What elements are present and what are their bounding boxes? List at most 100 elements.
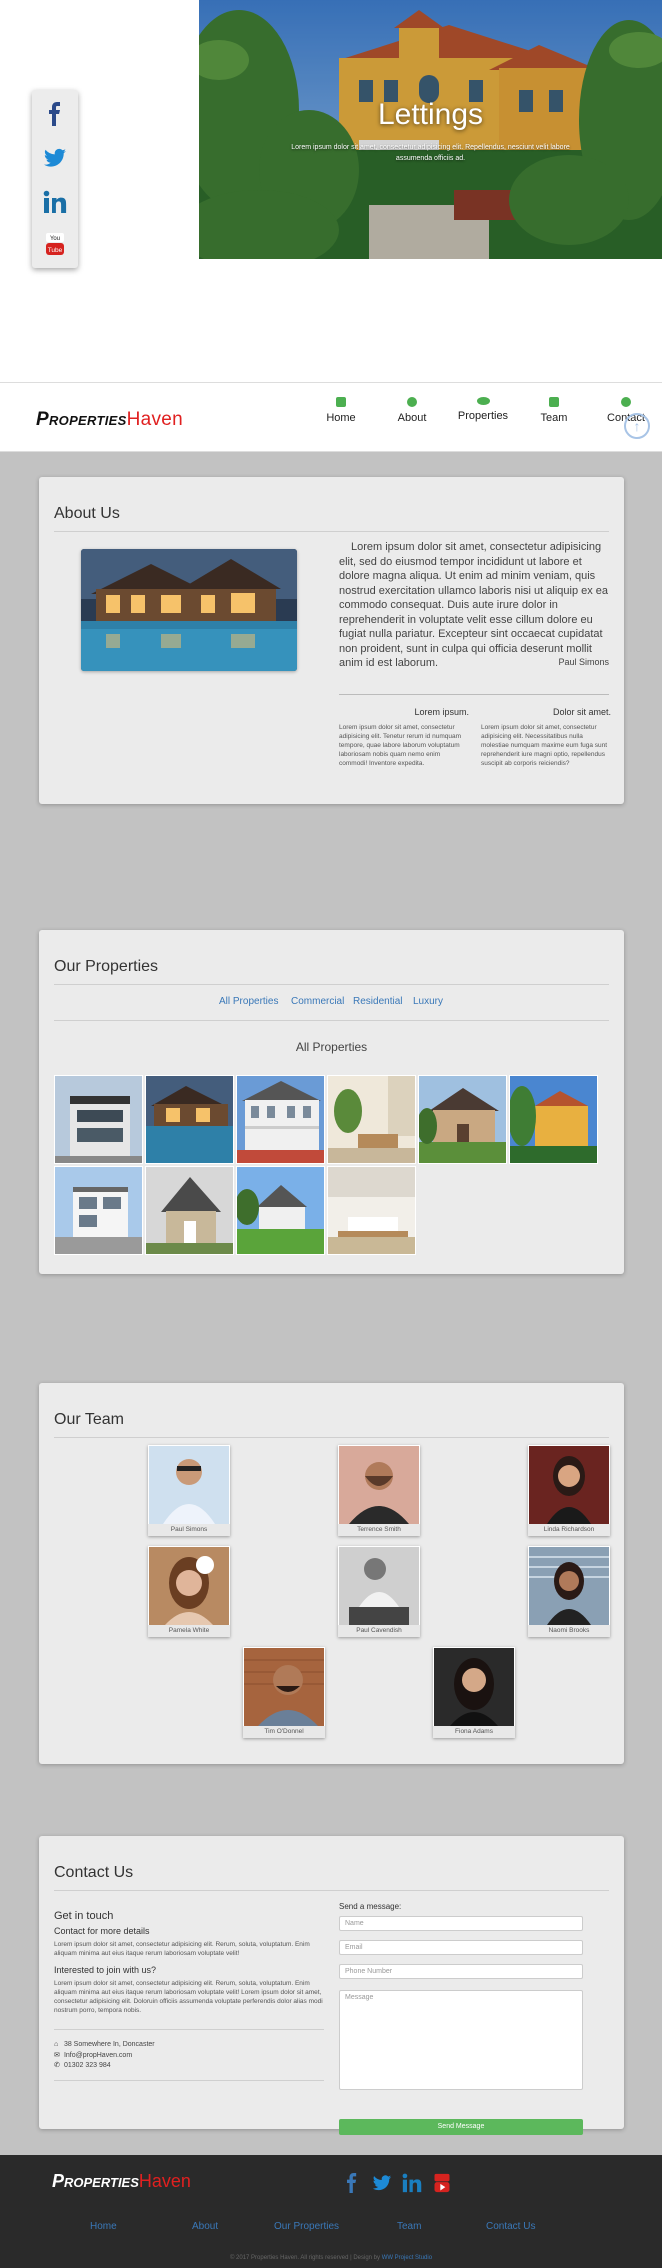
about-author: Paul Simons xyxy=(558,657,609,667)
home-icon xyxy=(336,397,346,407)
name-field[interactable]: Name xyxy=(339,1916,583,1931)
properties-panel: Our Properties All Properties Commercial… xyxy=(39,930,624,1274)
navbar: PropertiesHaven Home About Properties Te… xyxy=(0,382,662,452)
user-icon xyxy=(549,397,559,407)
divider xyxy=(339,694,609,695)
properties-heading: All Properties xyxy=(295,1040,368,1054)
team-member[interactable]: Paul Cavendish xyxy=(338,1546,420,1637)
contact-panel: Contact Us Get in touch Contact for more… xyxy=(39,1836,624,2135)
member-photo xyxy=(434,1648,514,1726)
join-heading: Interested to join with us? xyxy=(54,1965,157,1975)
divider xyxy=(54,984,609,985)
about-column-2: Dolor sit amet. Lorem ipsum dolor sit am… xyxy=(481,708,611,768)
filter-residential[interactable]: Residential xyxy=(353,996,402,1007)
filter-commercial[interactable]: Commercial xyxy=(291,996,344,1007)
footer-link-team[interactable]: Team xyxy=(397,2221,421,2232)
property-thumb[interactable] xyxy=(145,1166,234,1255)
property-thumb[interactable] xyxy=(236,1075,325,1164)
phone-icon: ✆ xyxy=(54,2062,60,2069)
footer-link-contact[interactable]: Contact Us xyxy=(486,2221,535,2232)
nav-about[interactable]: About xyxy=(382,397,442,424)
more-details-heading: Contact for more details xyxy=(54,1926,150,1936)
about-text: Lorem ipsum dolor sit amet, consectetur … xyxy=(339,541,609,669)
divider xyxy=(54,531,609,532)
footer-link-properties[interactable]: Our Properties xyxy=(274,2221,339,2232)
chat-icon xyxy=(621,397,631,407)
member-photo xyxy=(529,1547,609,1625)
nav-properties[interactable]: Properties xyxy=(453,397,513,422)
member-name: Naomi Brooks xyxy=(528,1625,610,1637)
footer-link-about[interactable]: About xyxy=(192,2221,218,2232)
filter-all[interactable]: All Properties xyxy=(219,996,278,1007)
email-field[interactable]: Email xyxy=(339,1940,583,1955)
team-member[interactable]: Paul Simons xyxy=(148,1445,230,1536)
contact-text-1: Lorem ipsum dolor sit amet, consectetur … xyxy=(54,1941,310,1957)
info-icon xyxy=(407,397,417,407)
brand-logo[interactable]: PropertiesHaven xyxy=(36,409,183,431)
team-member[interactable]: Terrence Smith xyxy=(338,1445,420,1536)
property-thumb[interactable] xyxy=(418,1075,507,1164)
footer-link-home[interactable]: Home xyxy=(90,2221,117,2232)
member-photo xyxy=(529,1446,609,1524)
youtube-icon[interactable] xyxy=(432,2173,452,2193)
linkedin-icon[interactable] xyxy=(402,2173,422,2193)
hero-text: Lorem ipsum dolor sit amet, consectetur … xyxy=(291,144,570,162)
filter-luxury[interactable]: Luxury xyxy=(413,996,443,1007)
property-thumb[interactable] xyxy=(236,1166,325,1255)
property-thumb[interactable] xyxy=(509,1075,598,1164)
team-title: Our Team xyxy=(54,1411,124,1428)
home-icon: ⌂ xyxy=(54,2041,59,2048)
member-name: Paul Simons xyxy=(148,1524,230,1536)
member-name: Terrence Smith xyxy=(338,1524,420,1536)
footer: PropertiesHaven Home About Our Propertie… xyxy=(0,2155,662,2268)
social-sidebar: You Tube xyxy=(32,90,78,268)
property-thumb[interactable] xyxy=(327,1166,416,1255)
about-column-1: Lorem ipsum. Lorem ipsum dolor sit amet,… xyxy=(339,708,469,768)
properties-title: Our Properties xyxy=(54,958,159,975)
property-thumb[interactable] xyxy=(54,1166,143,1255)
property-thumb[interactable] xyxy=(54,1075,143,1164)
member-photo xyxy=(149,1547,229,1625)
member-photo xyxy=(339,1446,419,1524)
property-thumb[interactable] xyxy=(145,1075,234,1164)
nav-home[interactable]: Home xyxy=(311,397,371,424)
divider xyxy=(54,2080,324,2081)
send-message-button[interactable]: Send Message xyxy=(339,2119,583,2135)
contact-title: Contact Us xyxy=(54,1864,134,1881)
youtube-icon[interactable]: You Tube xyxy=(43,232,67,256)
column-heading: Dolor sit amet. xyxy=(552,707,611,717)
member-name: Paul Cavendish xyxy=(338,1625,420,1637)
column-text: Lorem ipsum dolor sit amet, consectetur … xyxy=(339,724,461,767)
team-member[interactable]: Tim O'Donnel xyxy=(243,1647,325,1738)
facebook-icon[interactable] xyxy=(43,102,67,126)
linkedin-icon[interactable] xyxy=(43,190,67,214)
twitter-icon[interactable] xyxy=(43,146,67,170)
studio-link[interactable]: WW Project Studio xyxy=(382,2255,432,2261)
back-to-top-button[interactable]: ↑ xyxy=(624,413,650,439)
mail-icon: ✉ xyxy=(54,2052,60,2059)
hero-title: Lettings xyxy=(377,98,484,131)
twitter-icon[interactable] xyxy=(372,2173,392,2193)
about-panel: About Us Lorem ipsum dolor sit amet, con… xyxy=(39,477,624,804)
divider xyxy=(54,1020,609,1021)
column-text: Lorem ipsum dolor sit amet, consectetur … xyxy=(481,724,608,767)
column-heading: Lorem ipsum. xyxy=(414,707,469,717)
member-name: Tim O'Donnel xyxy=(243,1726,325,1738)
property-thumb[interactable] xyxy=(327,1075,416,1164)
contact-text-2: Lorem ipsum dolor sit amet, consectetur … xyxy=(54,1980,323,2014)
facebook-icon[interactable] xyxy=(342,2173,362,2193)
team-member[interactable]: Fiona Adams xyxy=(433,1647,515,1738)
member-name: Linda Richardson xyxy=(528,1524,610,1536)
phone-field[interactable]: Phone Number xyxy=(339,1964,583,1979)
team-member[interactable]: Pamela White xyxy=(148,1546,230,1637)
footer-brand[interactable]: PropertiesHaven xyxy=(52,2171,191,2192)
team-member[interactable]: Linda Richardson xyxy=(528,1445,610,1536)
about-title: About Us xyxy=(54,505,120,522)
message-field[interactable]: Message xyxy=(339,1990,583,2090)
phone-line: ✆ 01302 323 984 xyxy=(54,2062,111,2069)
email-line[interactable]: ✉ Info@propHaven.com xyxy=(54,2051,132,2059)
nav-team[interactable]: Team xyxy=(524,397,584,424)
team-member[interactable]: Naomi Brooks xyxy=(528,1546,610,1637)
get-in-touch-heading: Get in touch xyxy=(54,1910,114,1922)
member-photo xyxy=(339,1547,419,1625)
